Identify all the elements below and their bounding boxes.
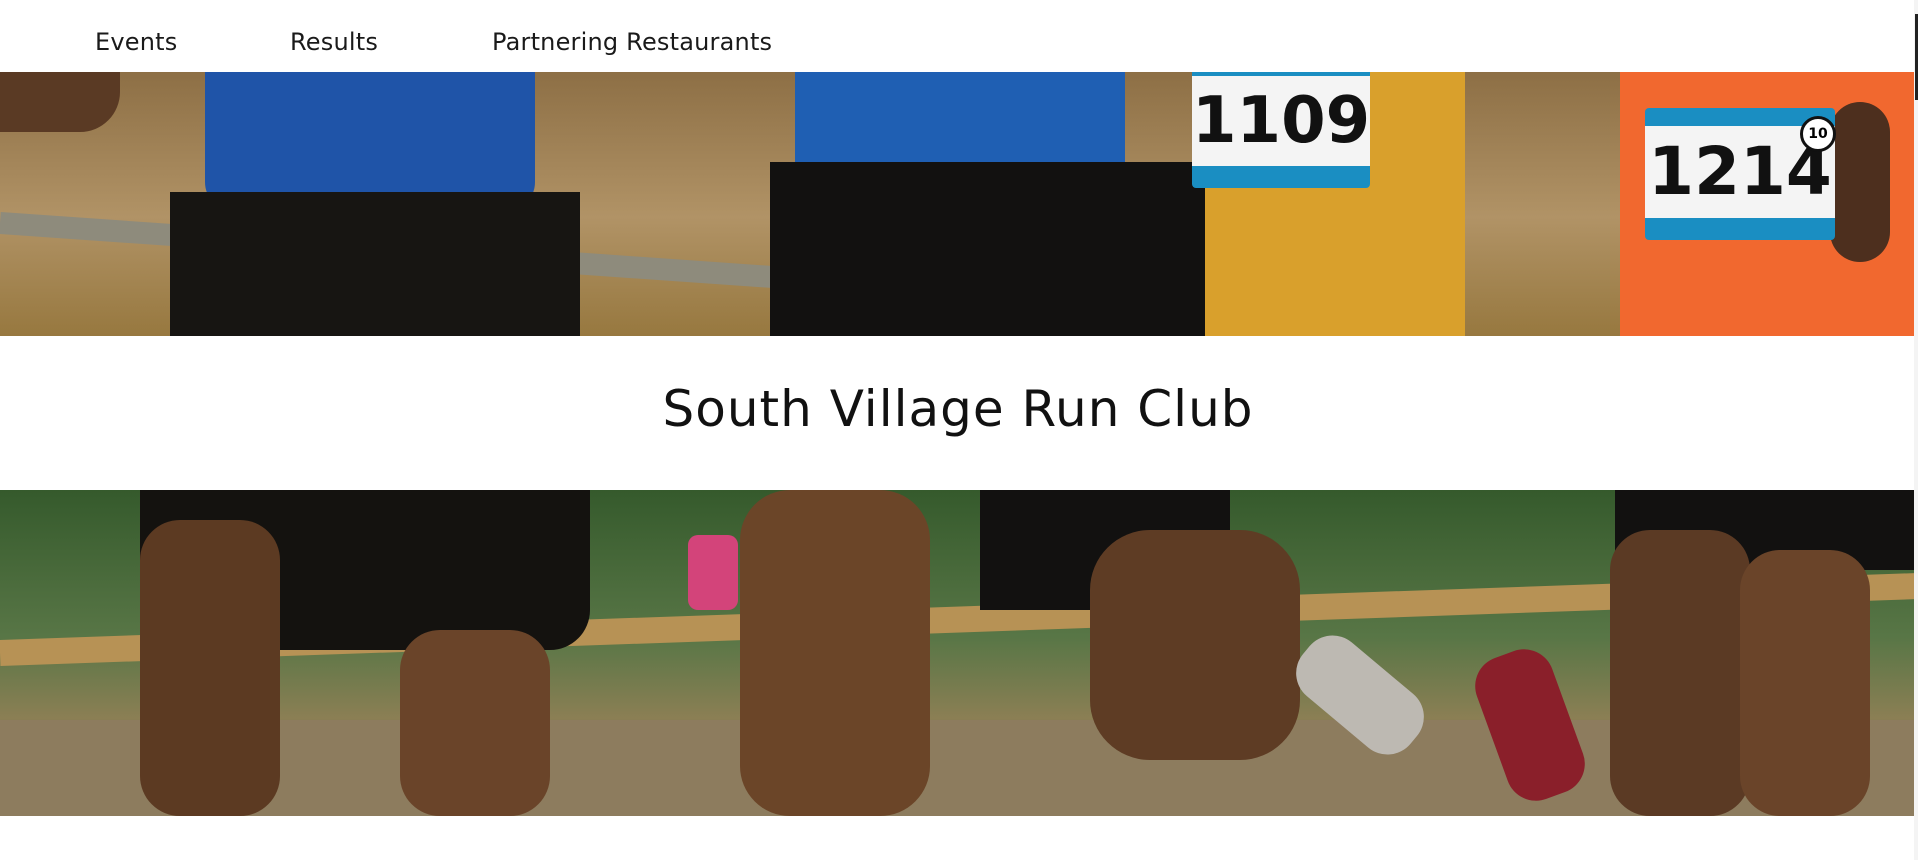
nav-link-events[interactable]: Events <box>95 28 177 56</box>
runner-shirt <box>205 72 535 212</box>
scrollbar[interactable] <box>1914 0 1918 860</box>
runner-shorts <box>170 192 580 336</box>
runner-shorts <box>770 162 1210 336</box>
hero-image-top: 1109 1214 10 <box>0 72 1916 336</box>
running-shoe <box>688 535 738 610</box>
runner-leg <box>1740 550 1870 816</box>
title-band: South Village Run Club <box>0 336 1916 490</box>
bib-badge: 10 <box>1800 116 1836 152</box>
runner-arm <box>1830 102 1890 262</box>
runner-leg <box>740 490 930 816</box>
bib-number: 1109 <box>1192 84 1371 158</box>
runner-leg <box>1090 530 1300 760</box>
runner-leg <box>140 520 280 816</box>
runner-leg <box>400 630 550 816</box>
race-bib-1109: 1109 <box>1192 72 1370 188</box>
nav-link-results[interactable]: Results <box>290 28 378 56</box>
hero-image-bottom <box>0 490 1916 816</box>
page-title: South Village Run Club <box>662 380 1254 438</box>
runner-arm <box>0 72 120 132</box>
runner-leg <box>1610 530 1750 816</box>
top-navigation: Events Results Partnering Restaurants <box>0 0 1918 72</box>
nav-link-partnering-restaurants[interactable]: Partnering Restaurants <box>492 28 772 56</box>
